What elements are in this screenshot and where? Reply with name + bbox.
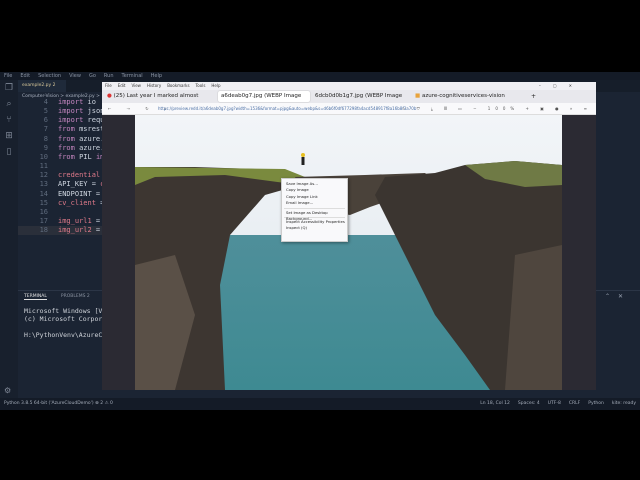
line-number: 8 [43,134,48,143]
browser-tab[interactable]: 6dcb0d0b1g7.jpg (WEBP Image [312,91,410,102]
line-number: 10 [39,152,48,161]
menu-item[interactable]: Help [211,83,220,88]
code-token: cv_client [58,198,96,207]
menu-item[interactable]: Bookmarks [167,83,189,88]
line-number: 5 [43,107,48,116]
extensions-icon[interactable]: ⊞ [0,128,18,144]
context-menu-item[interactable]: Set Image as Desktop Background… [282,210,347,221]
status-bar: Python 3.8.5 64-bit ('AzureCloudDemo') ⊗… [0,398,640,410]
activity-bar: ❐ ⌕ ⑂ ⊞ ▯ [0,80,18,398]
status-item[interactable]: UTF-8 [548,401,561,406]
code-token: = [91,226,101,235]
line-number: 6 [43,116,48,125]
line-number: 17 [39,217,48,226]
line-number: 4 [43,98,48,106]
menu-divider [284,207,345,209]
code-token: credential [58,171,101,180]
code-token: PIL [74,152,96,161]
status-item[interactable]: kite: ready [612,401,636,406]
source-control-icon[interactable]: ⑂ [0,112,18,128]
search-icon[interactable]: ⌕ [0,96,18,112]
firefox-menubar: File Edit View History Bookmarks Tools Help –▢✕ [102,82,596,90]
code-token: from [58,125,75,134]
nav-toolbar: ← → ↻ ⌂ https://preview.redd.it/a6deab0g… [102,103,596,115]
line-number: 18 [39,226,48,235]
photo-rock-arch[interactable] [135,115,562,390]
window-controls[interactable]: –▢✕ [539,82,584,90]
new-tab-button[interactable]: + [528,91,538,102]
line-number: 13 [39,180,48,189]
code-token: API_KEY = [58,180,101,189]
menu-item[interactable]: Help [151,73,162,79]
menu-item[interactable]: Edit [20,73,30,79]
code-token: from [58,134,75,143]
code-token: from [58,143,75,152]
browser-tab-active[interactable]: a6deab0g7.jpg (WEBP Image [218,91,310,102]
toolbar-icons[interactable]: ☆ ⛉ ⤓ Ⅲ ▭ − 100% + ▣ ● » ≡ [402,103,592,115]
line-number: 15 [39,198,48,207]
menu-item[interactable]: View [131,83,141,88]
code-token: import [58,116,84,125]
context-menu: Save Image As… Copy Image Copy Image Link E… [281,178,348,242]
panel-tab[interactable]: PROBLEMS 2 [61,294,90,299]
menu-item[interactable]: Terminal [122,73,143,79]
menu-item[interactable]: File [105,83,112,88]
zoom-level: 100% [487,106,520,111]
browser-tab[interactable]: ■ azure-cognitiveservices-vision [412,91,524,102]
bookmark-icon[interactable]: ▯ [0,144,18,160]
line-number: 14 [39,189,48,198]
context-menu-item[interactable]: Inspect (Q) [282,225,347,231]
tab-example2[interactable]: example2.py 2 [18,80,66,92]
code-token: img_url2 [58,226,92,235]
code-token: import [58,98,84,106]
code-token: = [91,217,101,226]
code-token: io [83,98,96,106]
vscode-menubar: File Edit Selection View Go Run Terminal Help [0,72,640,80]
status-item[interactable]: Ln 18, Col 12 [480,401,510,406]
gear-icon[interactable]: ⚙ [4,386,11,395]
menu-item[interactable]: View [69,73,81,79]
menu-item[interactable]: Go [89,73,96,79]
code-token: from [58,152,75,161]
line-number: 12 [39,171,48,180]
panel-tab[interactable]: TERMINAL [24,294,47,300]
menu-item[interactable]: Run [104,73,114,79]
menu-item[interactable]: Tools [196,83,206,88]
browser-tab[interactable]: ● (25) Last year I marked almost [104,91,216,102]
status-python[interactable]: Python 3.8.5 64-bit ('AzureCloudDemo') ⊗… [4,398,113,410]
line-number: 9 [43,143,48,152]
menu-item[interactable]: File [4,73,12,79]
status-right: Ln 18, Col 12 Spaces: 4 UTF-8 CRLF Python kit… [472,398,636,410]
context-menu-item[interactable]: Email Image… [282,200,347,206]
status-item[interactable]: Python [588,401,604,406]
menu-item[interactable]: Edit [118,83,126,88]
files-icon[interactable]: ❐ [0,80,18,96]
code-token: img_url1 [58,217,92,226]
code-token: ENDPOINT = [58,189,105,198]
menu-item[interactable]: Selection [38,73,61,79]
terminal-output[interactable]: Microsoft Windows [Ver (c) Microsoft Cor… [24,307,110,339]
line-number: 7 [43,125,48,134]
firefox-window: File Edit View History Bookmarks Tools Help –▢✕… [102,82,596,390]
line-number: 16 [39,207,48,216]
page-content [102,115,596,390]
code-token: import [58,107,84,116]
menu-item[interactable]: History [147,83,161,88]
line-number: 11 [39,162,48,171]
status-item[interactable]: CRLF [569,401,580,406]
browser-tabs: ● (25) Last year I marked almost a6deab0… [102,90,596,103]
status-item[interactable]: Spaces: 4 [518,401,540,406]
